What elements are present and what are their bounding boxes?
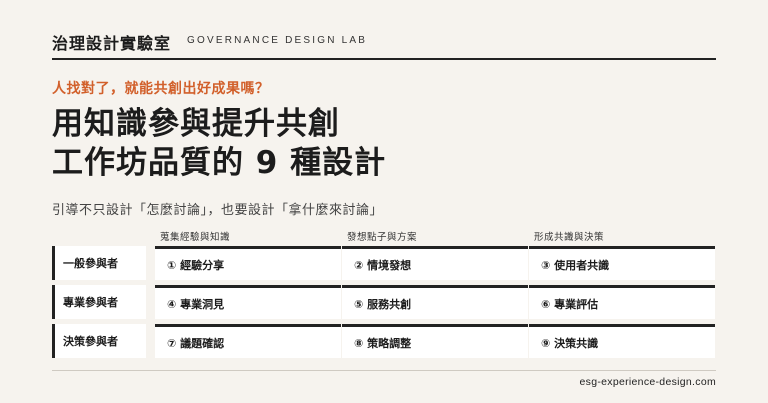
page-title: 用知識參與提升共創 工作坊品質的 9 種設計 [52, 105, 386, 183]
grid-cell-7: ⑦ 議題確認 [155, 324, 341, 358]
column-header-decide: 形成共識與決策 [534, 232, 605, 243]
page-header: 治理設計實驗室 GOVERNANCE DESIGN LAB [52, 30, 716, 60]
tagline: 人找對了，就能共創出好成果嗎？ [52, 81, 270, 97]
grid-cell-1: ① 經驗分享 [155, 246, 341, 280]
brand-name-english: GOVERNANCE DESIGN LAB [187, 35, 368, 46]
grid-cell-6: ⑥ 專業評估 [529, 285, 715, 319]
grid-cell-3: ③ 使用者共識 [529, 246, 715, 280]
footer-website[interactable]: esg-experience-design.com [580, 376, 716, 388]
brand-name: 治理設計實驗室 [52, 34, 172, 53]
title-line-2: 工作坊品質的 9 種設計 [52, 145, 387, 181]
grid-cell-2: ② 情境發想 [342, 246, 528, 280]
row-label-general: 一般參與者 [52, 246, 146, 280]
grid-cell-5: ⑤ 服務共創 [342, 285, 528, 319]
row-label-decision: 決策參與者 [52, 324, 146, 358]
grid-cell-8: ⑧ 策略調整 [342, 324, 528, 358]
subtitle: 引導不只設計「怎麼討論」，也要設計「拿什麼來討論」 [52, 203, 384, 218]
title-line-1: 用知識參與提升共創 [52, 106, 340, 142]
row-label-professional: 專業參與者 [52, 285, 146, 319]
column-header-ideate: 發想點子與方案 [347, 232, 418, 243]
footer-divider [52, 370, 716, 371]
grid-cell-9: ⑨ 決策共識 [529, 324, 715, 358]
column-header-collect: 蒐集經驗與知識 [160, 232, 231, 243]
grid-cell-4: ④ 專業洞見 [155, 285, 341, 319]
